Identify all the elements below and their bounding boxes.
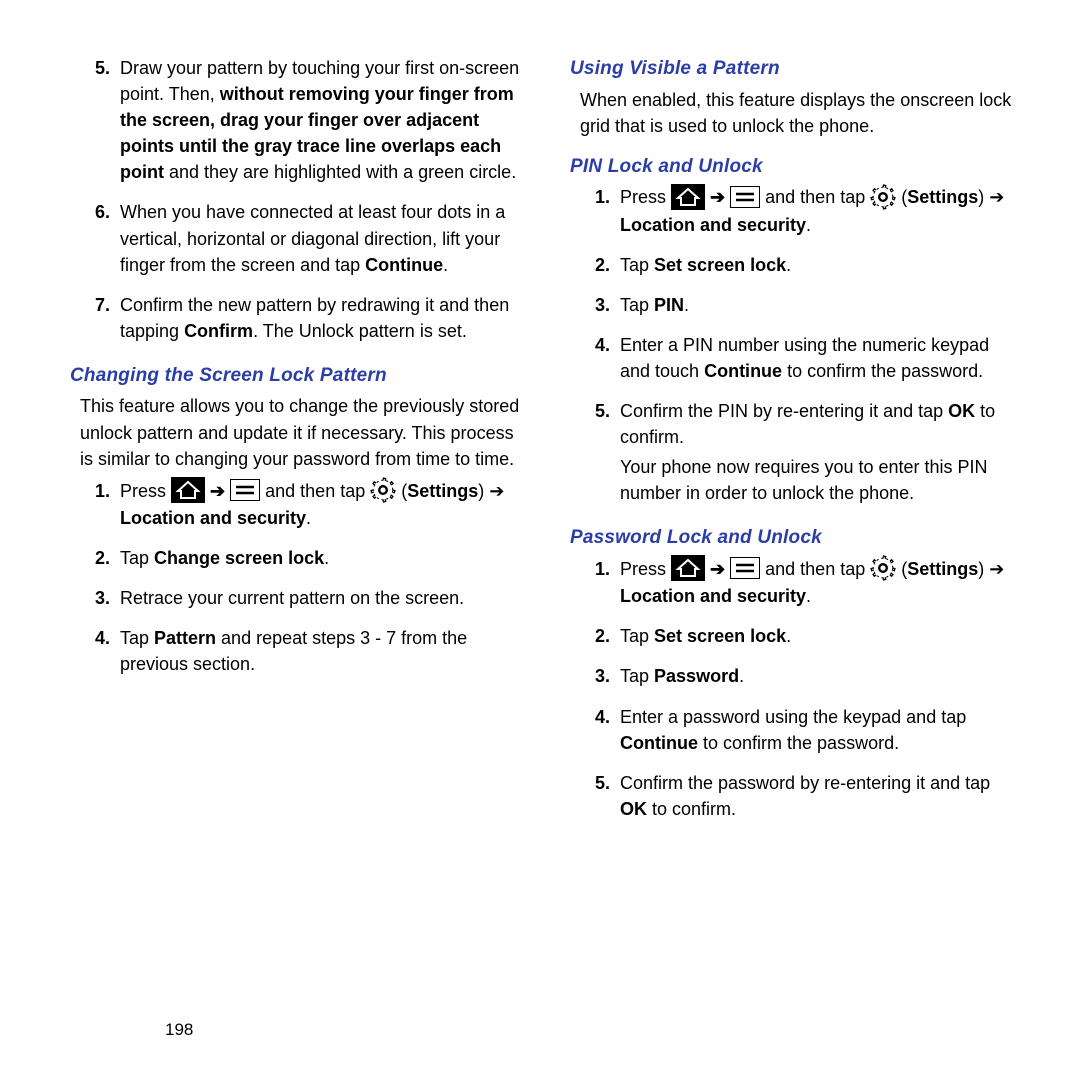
home-icon (671, 555, 705, 581)
step-number: 2. (580, 623, 620, 653)
page-number: 198 (165, 1020, 1020, 1040)
menu-icon (730, 557, 760, 579)
heading-pin-lock: PIN Lock and Unlock (570, 153, 1020, 181)
step-number: 1. (580, 184, 620, 241)
step-content: Confirm the password by re-entering it a… (620, 770, 1020, 826)
list-item: 1.Press ➔ and then tap (Settings) ➔ Loca… (580, 556, 1020, 613)
left-column: 5.Draw your pattern by touching your fir… (70, 55, 520, 1000)
step-content: Press ➔ and then tap (Settings) ➔ Locati… (120, 478, 520, 535)
pattern-steps-list: 5.Draw your pattern by touching your fir… (80, 55, 520, 348)
list-item: 1.Press ➔ and then tap (Settings) ➔ Loca… (580, 184, 1020, 241)
step-content: Enter a PIN number using the numeric key… (620, 332, 1020, 388)
list-item: 6.When you have connected at least four … (80, 199, 520, 281)
intro-visible-pattern: When enabled, this feature displays the … (580, 87, 1020, 139)
gear-icon (370, 477, 396, 503)
pin-lock-steps: 1.Press ➔ and then tap (Settings) ➔ Loca… (580, 184, 1020, 510)
step-number: 2. (580, 252, 620, 282)
step-number: 5. (80, 55, 120, 189)
step-content: Enter a password using the keypad and ta… (620, 704, 1020, 760)
step-number: 6. (80, 199, 120, 281)
list-item: 5.Confirm the password by re-entering it… (580, 770, 1020, 826)
step-content: When you have connected at least four do… (120, 199, 520, 281)
step-number: 4. (580, 332, 620, 388)
step-content: Press ➔ and then tap (Settings) ➔ Locati… (620, 184, 1020, 241)
step-number: 7. (80, 292, 120, 348)
list-item: 4.Enter a password using the keypad and … (580, 704, 1020, 760)
list-item: 3.Retrace your current pattern on the sc… (80, 585, 520, 615)
step-content: Retrace your current pattern on the scre… (120, 585, 520, 615)
step-content: Confirm the new pattern by redrawing it … (120, 292, 520, 348)
list-item: 1.Press ➔ and then tap (Settings) ➔ Loca… (80, 478, 520, 535)
gear-icon (870, 184, 896, 210)
list-item: 4.Tap Pattern and repeat steps 3 - 7 fro… (80, 625, 520, 681)
list-item: 2.Tap Set screen lock. (580, 252, 1020, 282)
step-content: Confirm the PIN by re-entering it and ta… (620, 398, 1020, 510)
list-item: 5.Confirm the PIN by re-entering it and … (580, 398, 1020, 510)
step-content: Tap Pattern and repeat steps 3 - 7 from … (120, 625, 520, 681)
list-item: 5.Draw your pattern by touching your fir… (80, 55, 520, 189)
step-number: 5. (580, 770, 620, 826)
step-number: 4. (80, 625, 120, 681)
arrow-icon: ➔ (210, 478, 225, 504)
step-number: 3. (580, 292, 620, 322)
right-column: Using Visible a Pattern When enabled, th… (570, 55, 1020, 1000)
change-pattern-steps: 1.Press ➔ and then tap (Settings) ➔ Loca… (80, 478, 520, 682)
step-number: 4. (580, 704, 620, 760)
step-number: 3. (80, 585, 120, 615)
step-content: Tap Password. (620, 663, 1020, 693)
step-continuation: Your phone now requires you to enter thi… (620, 454, 1020, 506)
gear-icon (870, 555, 896, 581)
list-item: 3.Tap PIN. (580, 292, 1020, 322)
step-number: 5. (580, 398, 620, 510)
password-lock-steps: 1.Press ➔ and then tap (Settings) ➔ Loca… (580, 556, 1020, 826)
step-content: Tap Set screen lock. (620, 252, 1020, 282)
intro-change-pattern: This feature allows you to change the pr… (80, 393, 520, 471)
home-icon (171, 477, 205, 503)
step-number: 1. (80, 478, 120, 535)
menu-icon (230, 479, 260, 501)
heading-visible-pattern: Using Visible a Pattern (570, 55, 1020, 83)
step-number: 2. (80, 545, 120, 575)
step-number: 3. (580, 663, 620, 693)
heading-change-pattern: Changing the Screen Lock Pattern (70, 362, 520, 390)
step-number: 1. (580, 556, 620, 613)
menu-icon (730, 186, 760, 208)
two-column-layout: 5.Draw your pattern by touching your fir… (70, 55, 1020, 1000)
step-content: Tap Change screen lock. (120, 545, 520, 575)
manual-page: 5.Draw your pattern by touching your fir… (0, 0, 1080, 1080)
step-content: Press ➔ and then tap (Settings) ➔ Locati… (620, 556, 1020, 613)
arrow-icon: ➔ (710, 556, 725, 582)
list-item: 7.Confirm the new pattern by redrawing i… (80, 292, 520, 348)
step-content: Tap Set screen lock. (620, 623, 1020, 653)
heading-password-lock: Password Lock and Unlock (570, 524, 1020, 552)
step-content: Tap PIN. (620, 292, 1020, 322)
list-item: 3.Tap Password. (580, 663, 1020, 693)
home-icon (671, 184, 705, 210)
list-item: 2.Tap Set screen lock. (580, 623, 1020, 653)
list-item: 4.Enter a PIN number using the numeric k… (580, 332, 1020, 388)
arrow-icon: ➔ (710, 184, 725, 210)
step-content: Draw your pattern by touching your first… (120, 55, 520, 189)
list-item: 2.Tap Change screen lock. (80, 545, 520, 575)
